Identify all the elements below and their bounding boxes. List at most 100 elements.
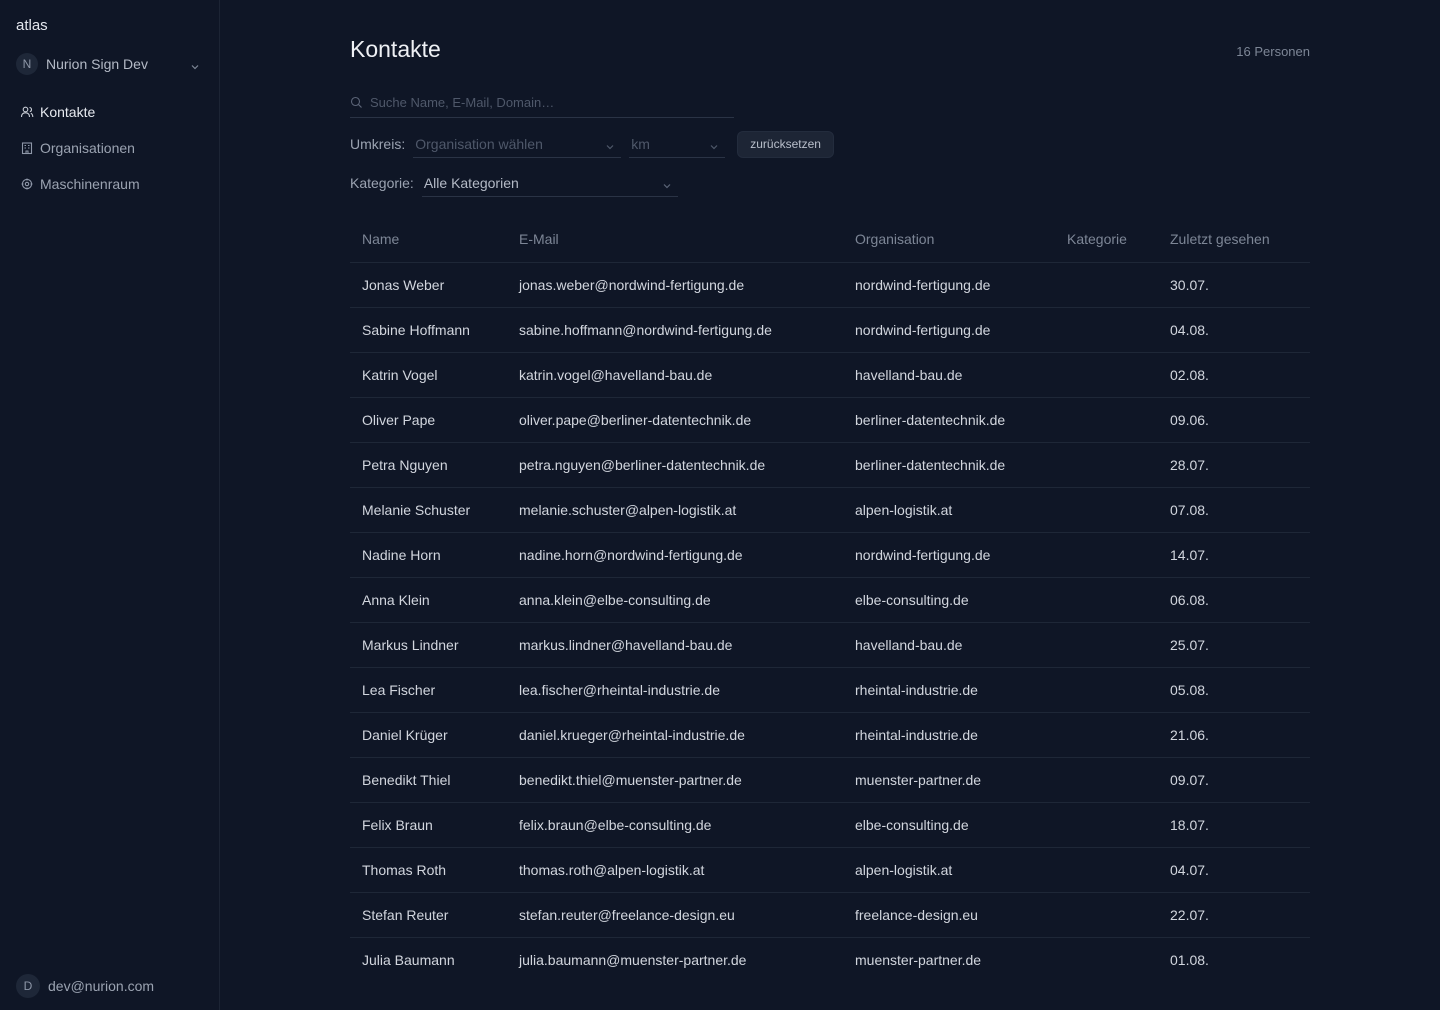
cell-name: Daniel Krüger	[350, 712, 507, 758]
table-row[interactable]: Nadine Horn nadine.horn@nordwind-fertigun…	[350, 532, 1310, 578]
cell-zuletzt-gesehen: 30.07.	[1158, 262, 1310, 308]
cell-kategorie	[1055, 892, 1158, 938]
cell-zuletzt-gesehen: 07.08.	[1158, 487, 1310, 533]
cell-name: Julia Baumann	[362, 951, 455, 968]
sidebar-item-organisationen[interactable]: Organisationen	[16, 136, 204, 160]
table-row[interactable]: Petra Nguyen petra.nguyen@berliner-datent…	[350, 442, 1310, 488]
cell-kategorie	[1055, 712, 1158, 758]
cell-kategorie	[1055, 577, 1158, 623]
cell-name: Katrin Vogel	[350, 352, 507, 398]
cell-organisation: nordwind-fertigung.de	[843, 262, 1055, 308]
organisation-select[interactable]: Organisation wählen	[413, 130, 622, 158]
table-row[interactable]: Oliver Pape oliver.pape@berliner-datentec…	[350, 397, 1310, 443]
radius-filter-row: Umkreis: Organisation wählen km zurückse…	[350, 130, 834, 158]
main-content: Kontakte 16 Personen Umkreis: Organisati…	[220, 0, 1440, 1010]
search-field	[350, 88, 734, 118]
table-row[interactable]: Anna Klein anna.klein@elbe-consulting.de e…	[350, 577, 1310, 623]
cell-email: sabine.hoffmann@nordwind-fertigung.de	[507, 307, 843, 353]
cell-name: Nadine Horn	[350, 532, 507, 578]
table-row[interactable]: Lea Fischer lea.fischer@rheintal-industri…	[350, 667, 1310, 713]
cell-zuletzt-gesehen: 02.08.	[1158, 352, 1310, 398]
cell-name: Sabine Hoffmann	[350, 307, 507, 353]
column-header-kategorie[interactable]: Kategorie	[1055, 217, 1158, 263]
cell-organisation: berliner-datentechnik.de	[843, 442, 1055, 488]
category-select[interactable]: Alle Kategorien	[421, 169, 678, 197]
km-select-placeholder: km	[631, 135, 650, 152]
brand-logo-text: atlas	[16, 17, 48, 34]
cell-organisation: berliner-datentechnik.de	[843, 397, 1055, 443]
cell-zuletzt-gesehen: 28.07.	[1158, 442, 1310, 488]
cell-organisation: elbe-consulting.de	[843, 577, 1055, 623]
table-row[interactable]: Sabine Hoffmann sabine.hoffmann@nordwind-…	[350, 307, 1310, 353]
cell-kategorie	[1055, 307, 1158, 353]
table-row[interactable]: Felix Braun felix.braun@elbe-consulting.d…	[350, 802, 1310, 848]
column-header-organisation[interactable]: Organisation	[843, 217, 1055, 263]
sidebar-item-maschinenraum[interactable]: Maschinenraum	[16, 172, 204, 196]
cell-organisation: havelland-bau.de	[843, 622, 1055, 668]
cell-organisation: freelance-design.eu	[843, 892, 1055, 938]
column-header-name[interactable]: Name	[350, 217, 507, 263]
category-label: Kategorie:	[350, 175, 414, 191]
cell-zuletzt-gesehen: 14.07.	[1158, 532, 1310, 578]
sidebar-item-label: Kontakte	[40, 104, 96, 120]
sidebar-item-kontakte[interactable]: Kontakte	[16, 100, 204, 124]
km-select[interactable]: km	[629, 130, 726, 158]
user-email: dev@nurion.com	[48, 978, 155, 994]
workspace-switcher[interactable]: N Nurion Sign Dev	[16, 53, 204, 75]
table-row[interactable]: Markus Lindner markus.lindner@havelland-b…	[350, 622, 1310, 668]
cell-name: Petra Nguyen	[350, 442, 507, 488]
user-account[interactable]: D dev@nurion.com	[16, 974, 154, 998]
organisation-select-placeholder: Organisation wählen	[415, 135, 543, 152]
users-icon	[20, 105, 34, 119]
chevron-down-icon	[662, 178, 672, 188]
chevron-down-icon	[605, 139, 615, 149]
table-row[interactable]: Katrin Vogel katrin.vogel@havelland-bau.d…	[350, 352, 1310, 398]
table-row[interactable]: Daniel Krüger daniel.krueger@rheintal-ind…	[350, 712, 1310, 758]
contacts-table-container: Name E-Mail Organisation Kategorie Zulet…	[350, 217, 1310, 982]
cell-organisation: nordwind-fertigung.de	[843, 532, 1055, 578]
workspace-name: Nurion Sign Dev	[46, 56, 148, 72]
table-row[interactable]: Thomas Roth thomas.roth@alpen-logistik.at…	[350, 847, 1310, 893]
cell-kategorie	[1055, 937, 1158, 982]
cell-organisation: rheintal-industrie.de	[843, 712, 1055, 758]
reset-button[interactable]: zurücksetzen	[737, 130, 834, 158]
table-row[interactable]: Jonas Weber jonas.weber@nordwind-fertigun…	[350, 262, 1310, 308]
table-row[interactable]: Julia Baumann julia.baumann@muenster-part…	[350, 937, 1310, 982]
cell-name: Felix Braun	[350, 802, 507, 848]
cell-zuletzt-gesehen: 22.07.	[1158, 892, 1310, 938]
table-row[interactable]: Melanie Schuster melanie.schuster@alpen-l…	[350, 487, 1310, 533]
cell-name: Stefan Reuter	[350, 892, 507, 938]
cell-organisation: muenster-partner.de	[855, 951, 982, 968]
sidebar: atlas N Nurion Sign Dev Kontakte Organis…	[0, 0, 220, 1010]
radius-label: Umkreis:	[350, 136, 406, 152]
cell-kategorie	[1055, 262, 1158, 308]
table-row[interactable]: Stefan Reuter stefan.reuter@freelance-des…	[350, 892, 1310, 938]
cell-organisation: muenster-partner.de	[843, 757, 1055, 803]
cell-kategorie	[1055, 667, 1158, 713]
cell-email: lea.fischer@rheintal-industrie.de	[507, 667, 843, 713]
table-body: Jonas Weber jonas.weber@nordwind-fertigun…	[350, 262, 1310, 982]
cell-name: Thomas Roth	[350, 847, 507, 893]
cell-organisation: elbe-consulting.de	[843, 802, 1055, 848]
cell-organisation: nordwind-fertigung.de	[843, 307, 1055, 353]
app: atlas N Nurion Sign Dev Kontakte Organis…	[0, 0, 1440, 1010]
cell-zuletzt-gesehen: 18.07.	[1158, 802, 1310, 848]
chevron-down-icon	[709, 139, 719, 149]
cell-email: julia.baumann@muenster-partner.de	[519, 951, 747, 968]
cell-zuletzt-gesehen: 01.08.	[1170, 951, 1209, 968]
contacts-table: Name E-Mail Organisation Kategorie Zulet…	[350, 217, 1310, 982]
cell-name: Anna Klein	[350, 577, 507, 623]
cell-kategorie	[1055, 442, 1158, 488]
table-row[interactable]: Benedikt Thiel benedikt.thiel@muenster-pa…	[350, 757, 1310, 803]
column-header-email[interactable]: E-Mail	[507, 217, 843, 263]
cell-kategorie	[1055, 802, 1158, 848]
search-input[interactable]	[370, 95, 720, 110]
sidebar-item-label: Maschinenraum	[40, 176, 140, 192]
cell-email: nadine.horn@nordwind-fertigung.de	[507, 532, 843, 578]
cell-email: benedikt.thiel@muenster-partner.de	[507, 757, 843, 803]
cell-name: Melanie Schuster	[350, 487, 507, 533]
cell-email: katrin.vogel@havelland-bau.de	[507, 352, 843, 398]
column-header-zuletzt-gesehen[interactable]: Zuletzt gesehen	[1158, 217, 1310, 263]
search-icon	[350, 96, 363, 109]
cell-kategorie	[1055, 487, 1158, 533]
